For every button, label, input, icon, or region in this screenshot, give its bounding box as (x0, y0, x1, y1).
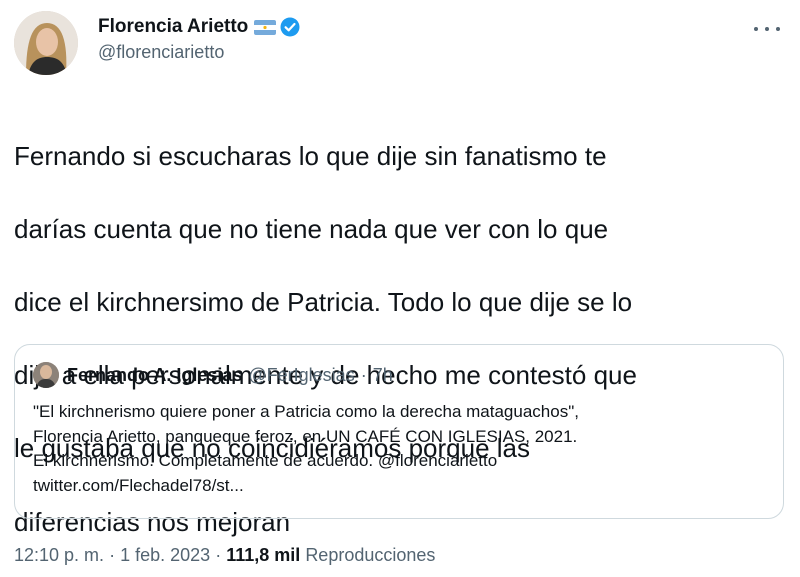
quoted-author-name[interactable]: Fernando A. Iglesias (67, 365, 242, 386)
author-name-row: Florencia Arietto (98, 14, 300, 40)
quoted-link[interactable]: twitter.com/Flechadel78/st... (33, 474, 773, 499)
author-handle[interactable]: @florenciarietto (98, 42, 300, 63)
tweet-text-line: Fernando si escucharas lo que dije sin f… (14, 140, 607, 171)
quoted-text-line: "El kirchnerismo quiere poner a Patricia… (33, 402, 579, 421)
quoted-tweet-text: "El kirchnerismo quiere poner a Patricia… (33, 400, 773, 498)
more-dot (776, 27, 780, 31)
quoted-author-avatar-photo (33, 362, 59, 388)
views-count[interactable]: 111,8 mil (226, 545, 300, 565)
meta-separator: · (215, 545, 222, 565)
quoted-author-avatar[interactable] (33, 362, 59, 388)
verified-badge-icon (280, 17, 300, 37)
tweet-card: Florencia Arietto @florenciarietto Ferna… (0, 0, 800, 575)
more-dot (765, 27, 769, 31)
tweet-meta: 12:10 p. m. · 1 feb. 2023 · 111,8 mil Re… (14, 545, 435, 566)
author-block: Florencia Arietto @florenciarietto (98, 14, 300, 63)
quoted-tweet-header: Fernando A. Iglesias @FerIglesias · 7h (33, 362, 393, 388)
author-avatar-photo (14, 11, 78, 75)
more-options-icon[interactable] (754, 22, 780, 36)
quoted-timestamp[interactable]: 7h (373, 365, 393, 386)
quoted-tweet[interactable]: Fernando A. Iglesias @FerIglesias · 7h "… (14, 344, 784, 519)
argentina-flag-icon (254, 19, 277, 35)
tweet-text-line: dice el kirchnersimo de Patricia. Todo l… (14, 286, 633, 317)
meta-separator: · (109, 545, 116, 565)
quoted-author-handle[interactable]: @FerIglesias (248, 365, 354, 386)
quoted-text-line: El kirchnerismo. Completamente de acuerd… (33, 451, 498, 470)
quoted-text-line: Florencia Arietto, panqueque feroz, en U… (33, 426, 578, 446)
quoted-separator: · (360, 364, 367, 385)
author-avatar[interactable] (14, 11, 78, 75)
more-dot (754, 27, 758, 31)
tweet-text-line: darías cuenta que no tiene nada que ver … (14, 213, 609, 244)
author-name[interactable]: Florencia Arietto (98, 16, 248, 38)
views-label: Reproducciones (305, 545, 436, 565)
tweet-time[interactable]: 12:10 p. m. (14, 545, 104, 565)
tweet-date[interactable]: 1 feb. 2023 (120, 545, 210, 565)
